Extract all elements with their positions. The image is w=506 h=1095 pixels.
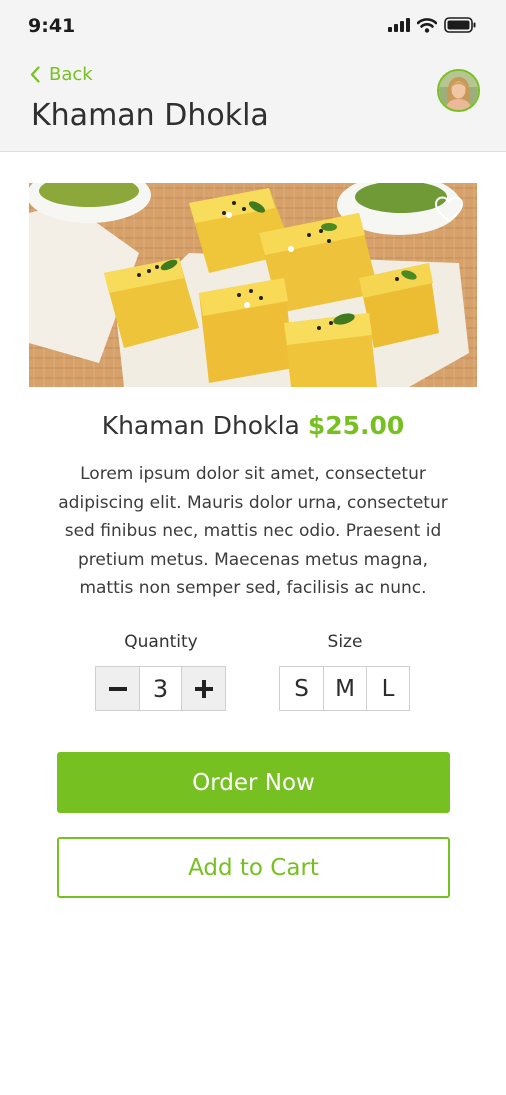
product-name: Khaman Dhokla — [101, 411, 300, 440]
increment-button[interactable] — [182, 667, 225, 710]
plus-icon — [194, 679, 213, 698]
size-option-l[interactable]: L — [366, 667, 409, 710]
product-price: $25.00 — [307, 411, 405, 440]
status-icons — [388, 16, 476, 34]
favorite-button[interactable] — [434, 196, 464, 227]
size-option-m[interactable]: M — [323, 667, 366, 710]
size-option-s[interactable]: S — [280, 667, 323, 710]
quantity-label: Quantity — [124, 632, 198, 652]
back-button[interactable]: Back — [30, 64, 93, 85]
minus-icon — [108, 686, 127, 691]
signal-icon — [388, 18, 410, 32]
decrement-button[interactable] — [96, 667, 139, 710]
page-title: Khaman Dhokla — [31, 98, 269, 133]
wifi-icon — [417, 17, 437, 33]
quantity-stepper: 3 — [95, 666, 226, 711]
avatar[interactable] — [437, 69, 480, 112]
quantity-value: 3 — [139, 667, 182, 710]
product-heading: Khaman Dhokla $25.00 — [0, 411, 506, 440]
battery-icon — [444, 17, 476, 33]
heart-icon — [435, 196, 463, 222]
status-time: 9:41 — [28, 15, 76, 37]
add-to-cart-button[interactable]: Add to Cart — [57, 837, 450, 898]
product-image — [29, 183, 477, 387]
order-now-button[interactable]: Order Now — [57, 752, 450, 813]
product-description: Lorem ipsum dolor sit amet, consectetur … — [58, 464, 448, 598]
size-label: Size — [327, 632, 363, 652]
size-selector: S M L — [279, 666, 410, 711]
app-header: 9:41 Back Khaman Dhokla — [0, 0, 506, 152]
back-label: Back — [49, 64, 93, 85]
chevron-left-icon — [30, 66, 40, 83]
